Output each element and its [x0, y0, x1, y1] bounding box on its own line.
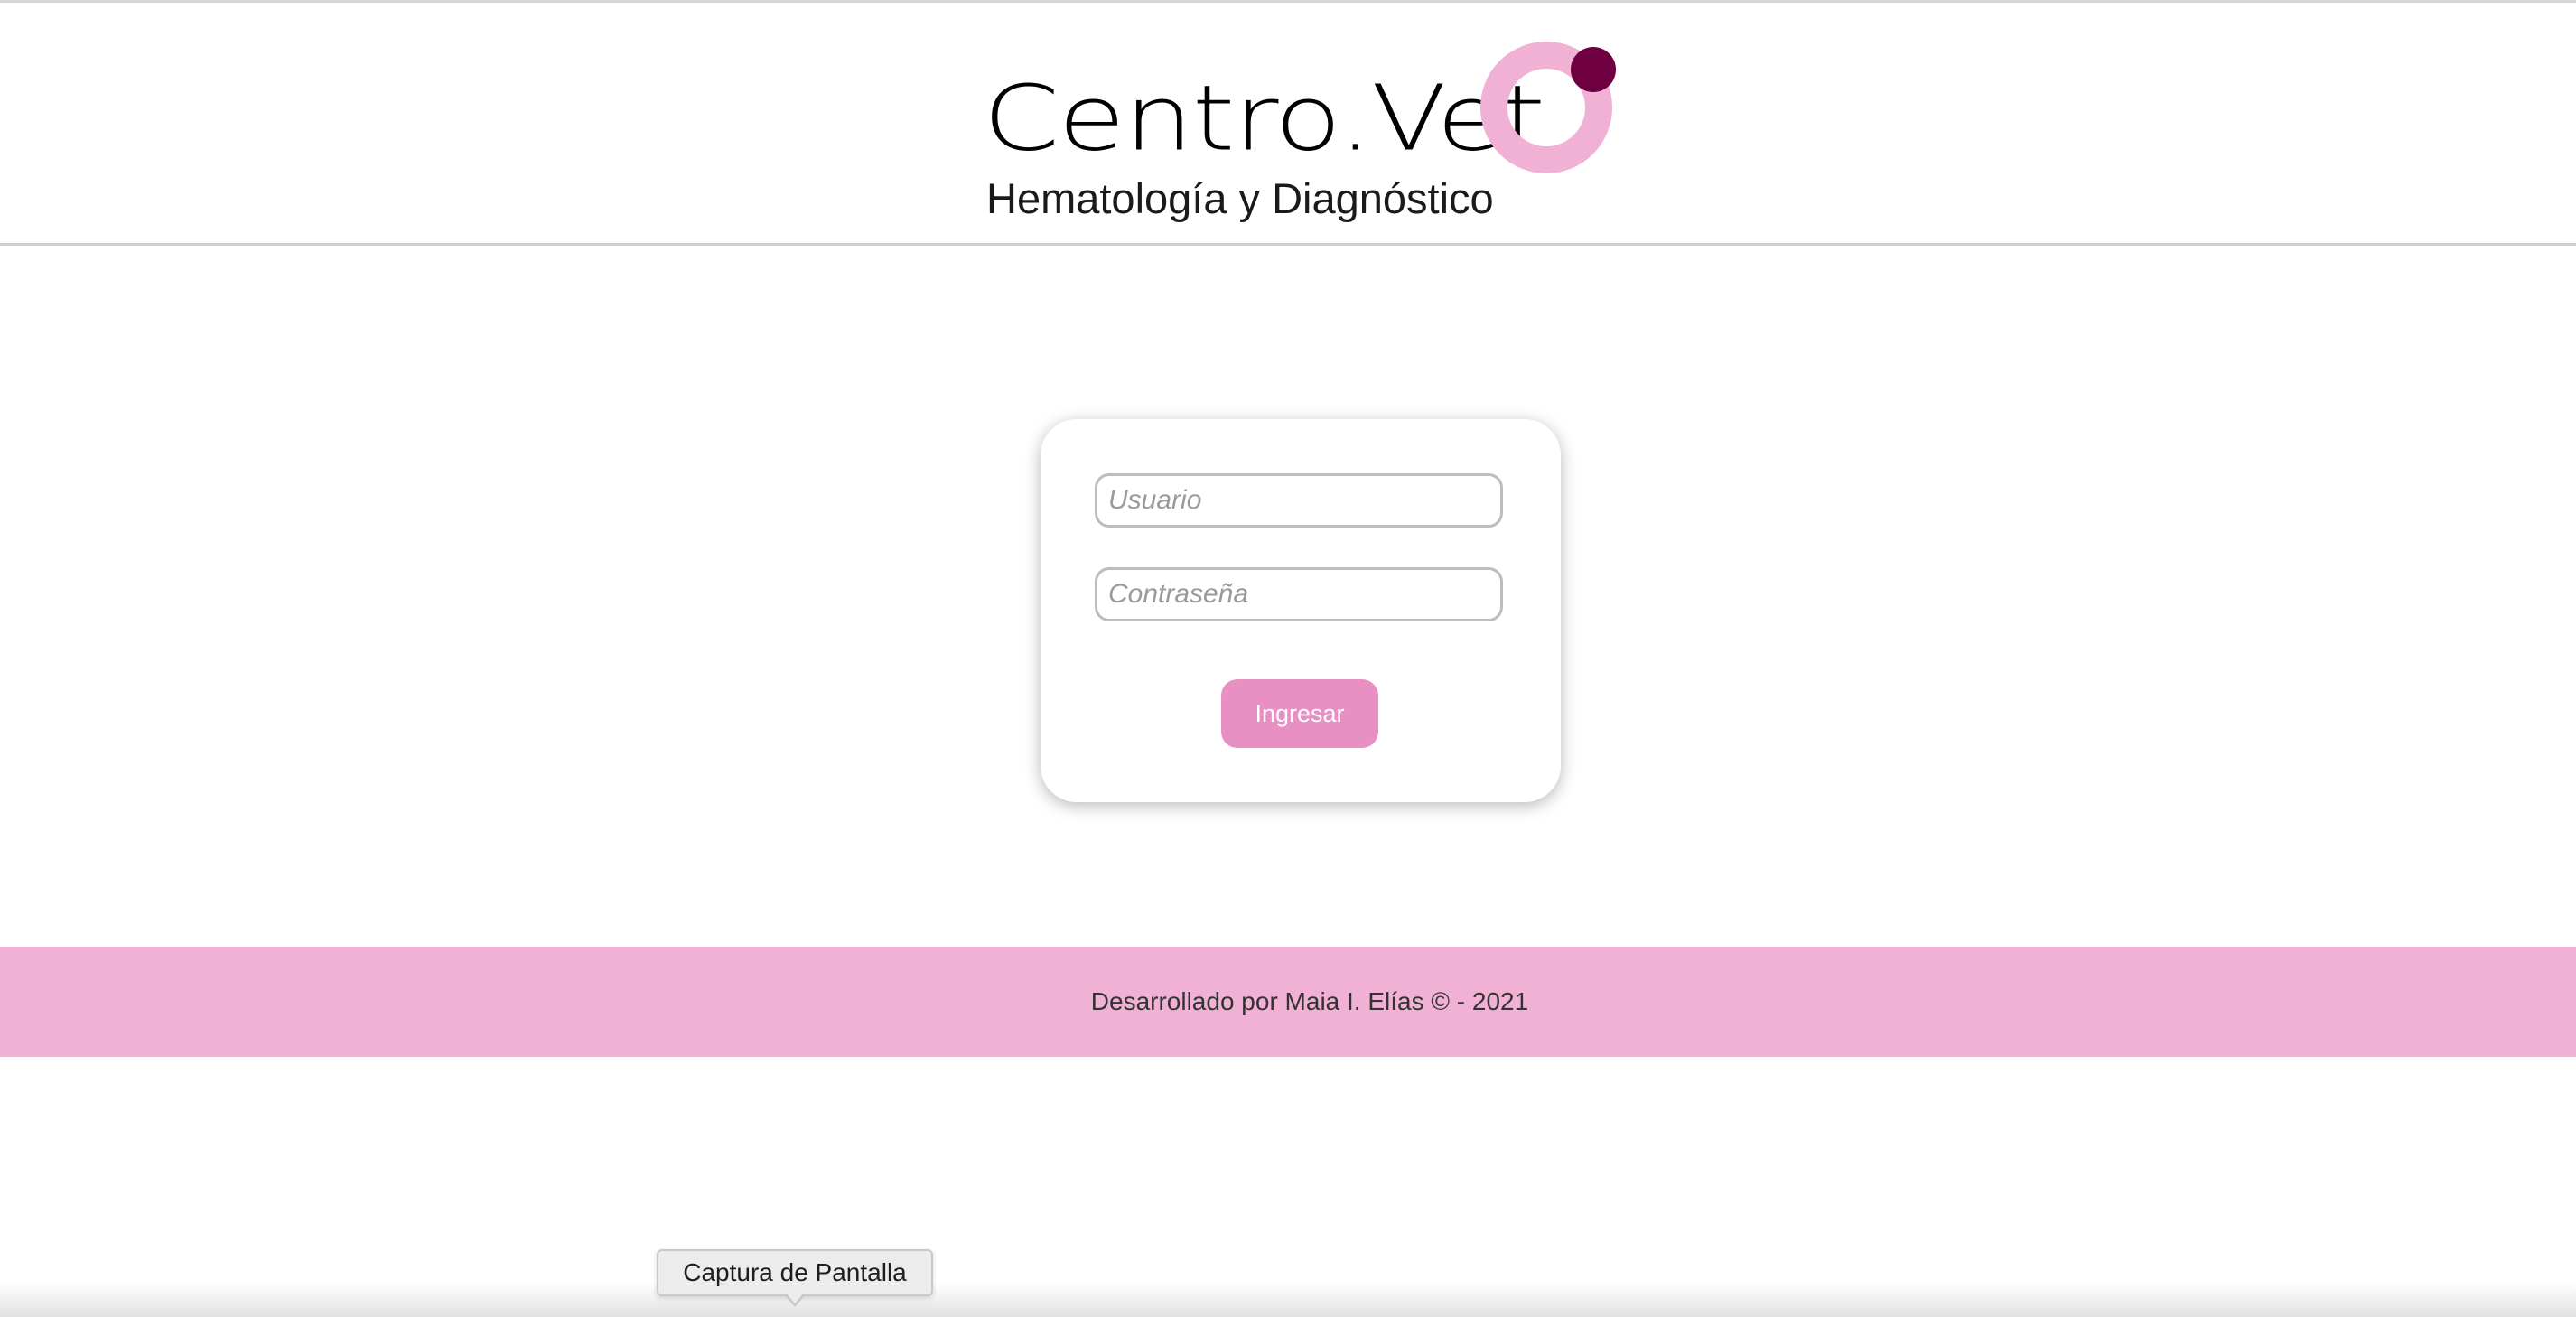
- screenshot-tooltip: Captura de Pantalla: [657, 1249, 933, 1296]
- site-footer: Desarrollado por Maia I. Elías © - 2021: [0, 947, 2576, 1057]
- logo-title: Centro.Vet: [983, 65, 1545, 172]
- login-form: Ingresar: [1041, 419, 1561, 802]
- login-button[interactable]: Ingresar: [1221, 679, 1378, 748]
- bottom-shadow-bar: [0, 1283, 2576, 1317]
- centro-vet-logo[interactable]: Centro.Vet Hematología y Diagnóstico: [983, 33, 1622, 223]
- username-input[interactable]: [1095, 473, 1503, 528]
- logo-ring-icon: [1480, 42, 1616, 173]
- tooltip-arrow-inner: [786, 1293, 804, 1303]
- logo-subtitle: Hematología y Diagnóstico: [986, 174, 1494, 222]
- password-input[interactable]: [1095, 567, 1503, 621]
- footer-credit: Desarrollado por Maia I. Elías © - 2021: [1090, 987, 1529, 1015]
- site-header: Centro.Vet Hematología y Diagnóstico: [0, 3, 2576, 246]
